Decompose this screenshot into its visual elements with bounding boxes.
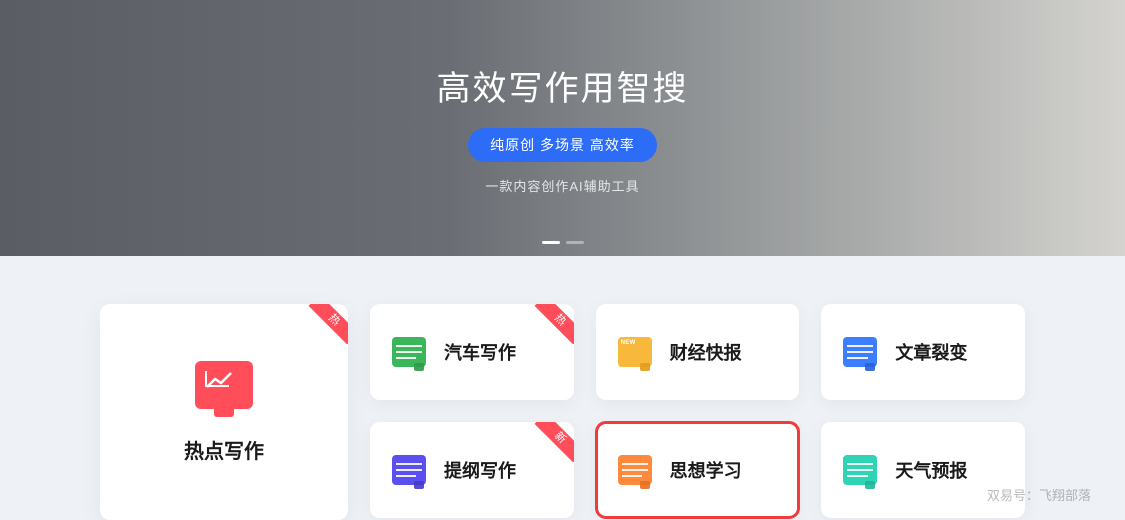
document-icon bbox=[392, 337, 426, 367]
hero-subtitle: 一款内容创作AI辅助工具 bbox=[485, 176, 639, 195]
card-thought-study[interactable]: 思想学习 bbox=[596, 422, 800, 518]
card-grid: 热 热点写作 热汽车写作NEW财经快报文章裂变新提纲写作思想学习天气预报 bbox=[100, 304, 1025, 520]
card-finance-news[interactable]: NEW 财经快报 bbox=[596, 304, 800, 400]
hero-title: 高效写作用智搜 bbox=[437, 61, 689, 110]
document-icon bbox=[392, 455, 426, 485]
carousel-dots[interactable] bbox=[542, 241, 584, 244]
card-car-writing[interactable]: 热汽车写作 bbox=[370, 304, 574, 400]
card-article-split[interactable]: 文章裂变 bbox=[821, 304, 1025, 400]
monitor-chart-icon bbox=[195, 361, 253, 409]
ribbon-hot: 热 bbox=[308, 304, 348, 344]
watermark: 双易号：飞翔部落 bbox=[987, 485, 1091, 504]
document-icon bbox=[843, 337, 877, 367]
card-columns: 热汽车写作 NEW 财经快报 文章裂变新提纲写作 思想学习 天气预报 bbox=[370, 304, 1025, 520]
ribbon-new: 新 bbox=[534, 422, 574, 462]
document-icon bbox=[843, 455, 877, 485]
card-outline-writing[interactable]: 新提纲写作 bbox=[370, 422, 574, 518]
hero-banner: 高效写作用智搜 纯原创 多场景 高效率 一款内容创作AI辅助工具 bbox=[0, 0, 1125, 256]
card-label: 提纲写作 bbox=[444, 457, 516, 483]
card-label: 文章裂变 bbox=[895, 339, 967, 365]
card-hot-writing[interactable]: 热 热点写作 bbox=[100, 304, 348, 520]
card-label: 汽车写作 bbox=[444, 339, 516, 365]
content-area: 热 热点写作 热汽车写作NEW财经快报文章裂变新提纲写作思想学习天气预报 bbox=[0, 256, 1125, 520]
card-label: 热点写作 bbox=[184, 435, 264, 464]
card-label: 财经快报 bbox=[670, 339, 742, 365]
card-row: 新提纲写作 思想学习 天气预报 bbox=[370, 422, 1025, 518]
hero-badge: 纯原创 多场景 高效率 bbox=[468, 128, 657, 162]
document-icon bbox=[618, 455, 652, 485]
carousel-dot[interactable] bbox=[566, 241, 584, 244]
ribbon-hot: 热 bbox=[534, 304, 574, 344]
card-label: 天气预报 bbox=[895, 457, 967, 483]
document-icon: NEW bbox=[618, 337, 652, 367]
carousel-dot[interactable] bbox=[542, 241, 560, 244]
card-row: 热汽车写作 NEW 财经快报 文章裂变 bbox=[370, 304, 1025, 400]
card-label: 思想学习 bbox=[670, 457, 742, 483]
